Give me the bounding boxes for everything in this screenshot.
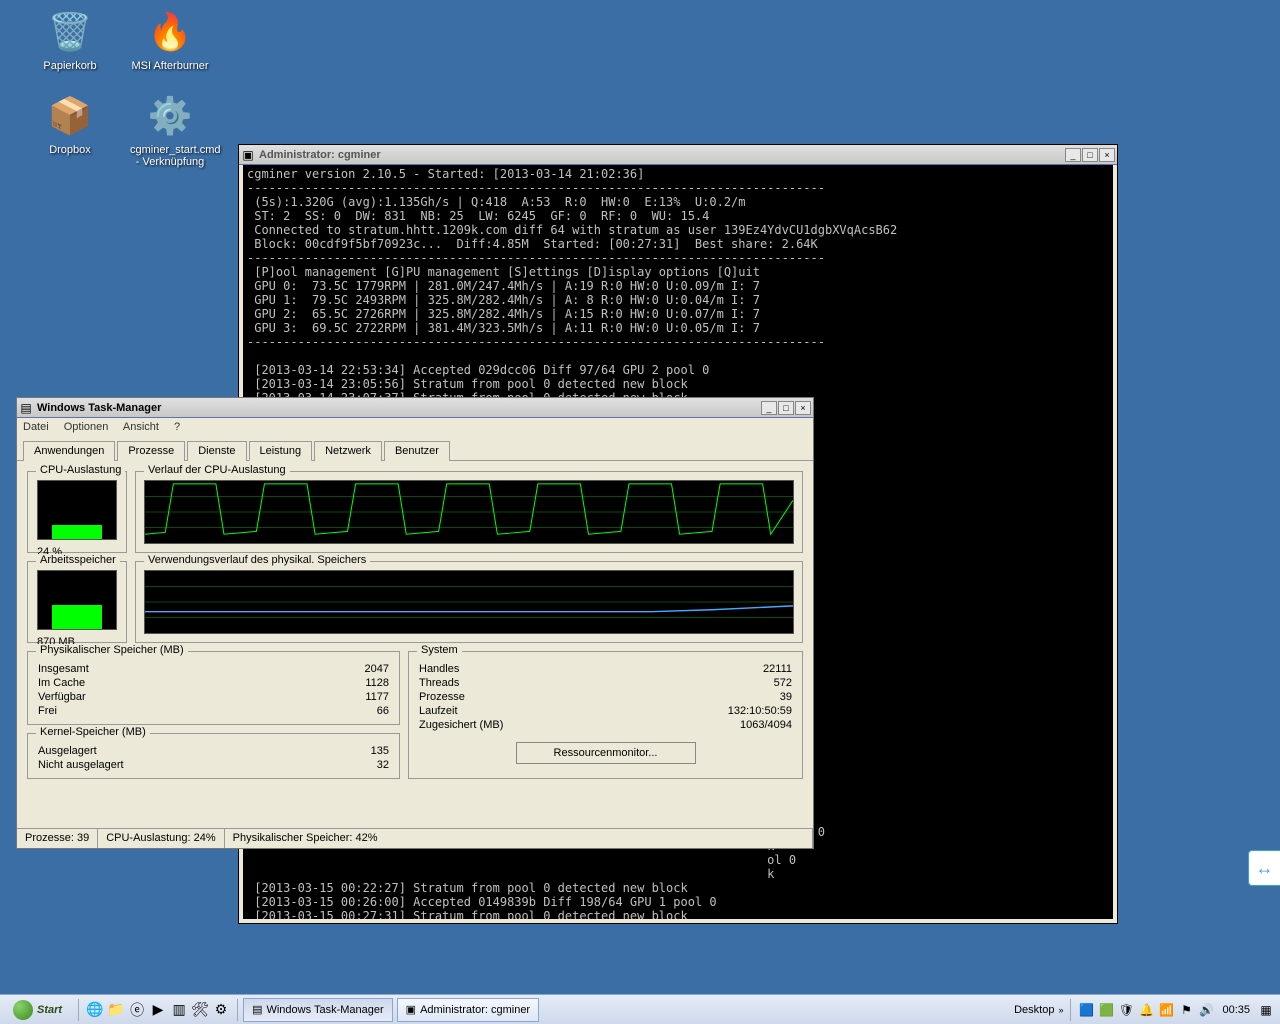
desktop-icon-msi[interactable]: 🔥 MSI Afterburner bbox=[130, 8, 210, 72]
afterburner-icon: 🔥 bbox=[146, 8, 194, 56]
system-tray: Desktop » 🟦 🟩 🛡 🔔 📶 ⚑ 🔊 00:35 ▦ bbox=[1008, 999, 1280, 1021]
stat-line: Laufzeit132:10:50:59 bbox=[419, 704, 792, 718]
close-button[interactable]: × bbox=[795, 401, 811, 415]
media-player-icon[interactable]: ▶ bbox=[149, 1001, 167, 1019]
desktop-icon-dropbox[interactable]: 📦 Dropbox bbox=[30, 92, 110, 156]
taskbar-cgminer[interactable]: ▣ Administrator: cgminer bbox=[397, 998, 539, 1022]
stat-line: Threads572 bbox=[419, 676, 792, 690]
kernel-memory-stats: Kernel-Speicher (MB) Ausgelagert135Nicht… bbox=[27, 733, 400, 779]
tray-icon[interactable]: 🟦 bbox=[1078, 1002, 1094, 1018]
minimize-button[interactable]: _ bbox=[1065, 148, 1081, 162]
task-manager-menu: Datei Optionen Ansicht ? bbox=[17, 418, 813, 436]
desktop-icon-papierkorb[interactable]: 🗑️ Papierkorb bbox=[30, 8, 110, 72]
desktop-toolbar-label[interactable]: Desktop bbox=[1014, 1004, 1054, 1016]
start-button[interactable]: Start bbox=[2, 998, 73, 1022]
stat-line: Verfügbar1177 bbox=[38, 690, 389, 704]
explorer-icon[interactable]: 📁 bbox=[107, 1001, 125, 1019]
app-icon[interactable]: ⚙ bbox=[212, 1001, 230, 1019]
tab-netzwerk[interactable]: Netzwerk bbox=[314, 441, 382, 461]
tray-flag-icon[interactable]: ⚑ bbox=[1178, 1002, 1194, 1018]
cpu-history-graph: Verlauf der CPU-Auslastung bbox=[135, 471, 803, 553]
cgminer-titlebar[interactable]: ▣ Administrator: cgminer _ □ × bbox=[239, 145, 1117, 165]
task-manager-icon: ▤ bbox=[19, 401, 33, 415]
tab-leistung[interactable]: Leistung bbox=[249, 441, 313, 461]
tray-icon[interactable]: ▦ bbox=[1258, 1002, 1274, 1018]
task-manager-titlebar[interactable]: ▤ Windows Task-Manager _ □ × bbox=[17, 398, 813, 418]
cmd-icon: ⚙️ bbox=[146, 92, 194, 140]
memory-meter: Arbeitsspeicher 870 MB bbox=[27, 561, 127, 643]
chrome-icon[interactable]: 🌐 bbox=[86, 1001, 104, 1019]
dropbox-icon: 📦 bbox=[46, 92, 94, 140]
menu-datei[interactable]: Datei bbox=[23, 421, 49, 433]
tab-prozesse[interactable]: Prozesse bbox=[117, 441, 185, 461]
stat-line: Nicht ausgelagert32 bbox=[38, 758, 389, 772]
stat-line: Prozesse39 bbox=[419, 690, 792, 704]
menu-help[interactable]: ? bbox=[174, 421, 180, 433]
windows-orb-icon bbox=[13, 1000, 33, 1020]
physical-memory-stats: Physikalischer Speicher (MB) Insgesamt20… bbox=[27, 651, 400, 725]
maximize-button[interactable]: □ bbox=[1082, 148, 1098, 162]
stat-line: Frei66 bbox=[38, 704, 389, 718]
stat-line: Handles22111 bbox=[419, 662, 792, 676]
task-manager-tabs: Anwendungen Prozesse Dienste Leistung Ne… bbox=[17, 436, 813, 461]
tray-network-icon[interactable]: 📶 bbox=[1158, 1002, 1174, 1018]
memory-history-graph: Verwendungsverlauf des physikal. Speiche… bbox=[135, 561, 803, 643]
close-button[interactable]: × bbox=[1099, 148, 1115, 162]
maximize-button[interactable]: □ bbox=[778, 401, 794, 415]
cmd-title-icon: ▣ bbox=[241, 148, 255, 162]
tray-icon[interactable]: 🔔 bbox=[1138, 1002, 1154, 1018]
stat-line: Ausgelagert135 bbox=[38, 744, 389, 758]
tray-icon[interactable]: 🛡 bbox=[1118, 1002, 1134, 1018]
task-manager-statusbar: Prozesse: 39 CPU-Auslastung: 24% Physika… bbox=[17, 828, 813, 848]
taskbar-task-manager[interactable]: ▤ Windows Task-Manager bbox=[243, 998, 393, 1022]
resource-monitor-button[interactable]: Ressourcenmonitor... bbox=[516, 742, 696, 764]
minimize-button[interactable]: _ bbox=[761, 401, 777, 415]
desktop-icon-cgminer-shortcut[interactable]: ⚙️ cgminer_start.cmd - Verknüpfung bbox=[130, 92, 210, 168]
task-manager-title: Windows Task-Manager bbox=[37, 402, 757, 414]
cgminer-title: Administrator: cgminer bbox=[259, 149, 1061, 161]
menu-ansicht[interactable]: Ansicht bbox=[123, 421, 159, 433]
stat-line: Insgesamt2047 bbox=[38, 662, 389, 676]
menu-optionen[interactable]: Optionen bbox=[64, 421, 109, 433]
stat-line: Zugesichert (MB)1063/4094 bbox=[419, 718, 792, 732]
task-manager-small-icon: ▤ bbox=[252, 1003, 262, 1016]
recycle-bin-icon: 🗑️ bbox=[46, 8, 94, 56]
cpu-usage-meter: CPU-Auslastung 24 % bbox=[27, 471, 127, 553]
show-desktop-icon[interactable]: ▥ bbox=[170, 1001, 188, 1019]
tab-dienste[interactable]: Dienste bbox=[187, 441, 246, 461]
quick-launch: 🌐 📁 ⓔ ▶ ▥ 🛠 ⚙ bbox=[82, 1001, 234, 1019]
taskbar-clock[interactable]: 00:35 bbox=[1218, 1004, 1254, 1016]
ie-icon[interactable]: ⓔ bbox=[128, 1001, 146, 1019]
tray-icon[interactable]: 🟩 bbox=[1098, 1002, 1114, 1018]
cmd-small-icon: ▣ bbox=[406, 1003, 416, 1016]
teamviewer-panel-tab[interactable]: ↔ bbox=[1248, 850, 1280, 886]
tab-anwendungen[interactable]: Anwendungen bbox=[23, 441, 115, 461]
desktop-toolbar-chevron-icon[interactable]: » bbox=[1058, 1005, 1063, 1015]
stat-line: Im Cache1128 bbox=[38, 676, 389, 690]
system-icon[interactable]: 🛠 bbox=[191, 1001, 209, 1019]
tray-volume-icon[interactable]: 🔊 bbox=[1198, 1002, 1214, 1018]
system-stats: System Handles22111Threads572Prozesse39L… bbox=[408, 651, 803, 779]
tab-benutzer[interactable]: Benutzer bbox=[384, 441, 450, 461]
taskbar: Start 🌐 📁 ⓔ ▶ ▥ 🛠 ⚙ ▤ Windows Task-Manag… bbox=[0, 994, 1280, 1024]
task-manager-window[interactable]: ▤ Windows Task-Manager _ □ × Datei Optio… bbox=[16, 397, 814, 849]
